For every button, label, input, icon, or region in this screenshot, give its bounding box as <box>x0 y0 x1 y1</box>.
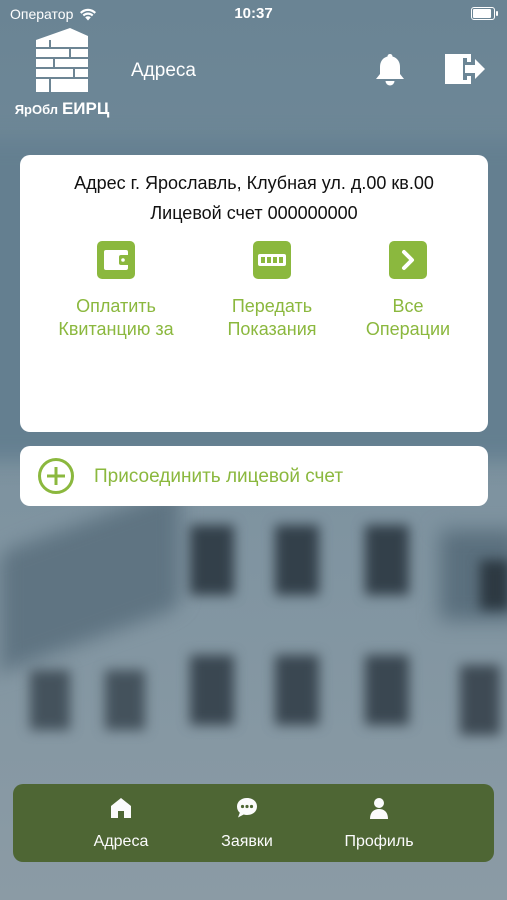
status-bar: Оператор 10:37 <box>0 0 507 28</box>
app-header: ЯрОбл ЕИРЦ Адреса <box>0 28 507 123</box>
tab-addresses-label: Адреса <box>93 833 149 850</box>
logout-icon <box>445 54 485 84</box>
tab-requests-label: Заявки <box>221 833 273 850</box>
submit-readings-line1: Передать <box>231 296 313 316</box>
account-number: Лицевой счет 000000000 <box>150 203 358 223</box>
logout-button[interactable] <box>443 52 487 86</box>
battery-icon <box>471 7 498 20</box>
plus-circle-icon <box>38 458 74 494</box>
pay-receipt-line2: Квитанцию за <box>58 319 174 339</box>
logo-text-small: ЯрОбл <box>14 102 59 117</box>
bell-icon <box>376 54 404 86</box>
wallet-icon <box>97 241 135 279</box>
submit-readings-line2: Показания <box>227 319 317 339</box>
chat-icon <box>237 798 257 818</box>
chevron-right-icon <box>389 241 427 279</box>
tab-requests[interactable]: Заявки <box>192 796 302 851</box>
account-card: Адрес г. Ярославль, Клубная ул. д.00 кв.… <box>20 155 488 432</box>
all-operations-button[interactable]: Все Операции <box>336 241 480 341</box>
home-icon <box>111 798 131 818</box>
account-address: Адрес г. Ярославль, Клубная ул. д.00 кв.… <box>74 173 434 193</box>
logo-text: ЯрОбл ЕИРЦ <box>10 99 114 119</box>
meter-icon <box>253 241 291 279</box>
clock: 10:37 <box>234 5 273 22</box>
add-account-label: Присоединить лицевой счет <box>94 466 344 487</box>
notifications-button[interactable] <box>374 52 406 86</box>
building-logo-icon <box>36 28 88 92</box>
tab-profile-label: Профиль <box>344 833 414 850</box>
pay-receipt-line1: Оплатить <box>76 296 156 316</box>
all-operations-line1: Все <box>392 296 424 316</box>
all-operations-line2: Операции <box>365 319 451 339</box>
submit-readings-button[interactable]: Передать Показания <box>200 241 344 341</box>
logo-text-big: ЕИРЦ <box>61 99 110 118</box>
app-logo: ЯрОбл ЕИРЦ <box>10 28 114 120</box>
user-icon <box>370 798 388 819</box>
page-title: Адреса <box>131 60 196 81</box>
pay-receipt-button[interactable]: Оплатить Квитанцию за <box>44 241 188 341</box>
add-account-button[interactable]: Присоединить лицевой счет <box>20 446 488 506</box>
tab-profile[interactable]: Профиль <box>324 796 434 851</box>
tab-bar: Адреса Заявки Профиль <box>13 784 494 862</box>
tab-addresses[interactable]: Адреса <box>66 796 176 851</box>
